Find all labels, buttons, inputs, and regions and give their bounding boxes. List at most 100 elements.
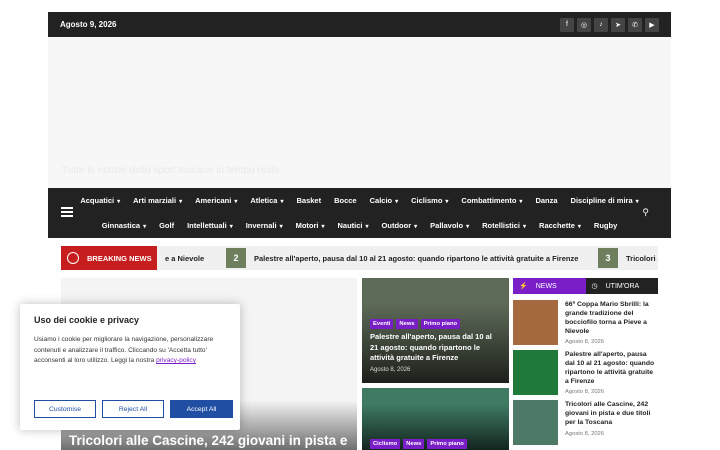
chevron-down-icon: ▾ bbox=[445, 199, 449, 205]
nav-item-rugby[interactable]: Rugby bbox=[594, 221, 617, 230]
nav-item-label: Nautici bbox=[337, 221, 363, 230]
cookie-buttons: Customise Reject All Accept All bbox=[34, 400, 233, 418]
nav-item-label: Invernali bbox=[245, 221, 277, 230]
bolt-icon: ⚡ bbox=[519, 283, 528, 290]
sidebar-item-title[interactable]: Tricolori alle Cascine, 242 giovani in p… bbox=[565, 400, 658, 427]
whatsapp-icon[interactable]: ✆ bbox=[628, 17, 642, 32]
nav-item-label: Danza bbox=[535, 196, 558, 205]
sidebar-item-title[interactable]: 66ª Coppa Mario Sbrilli: la grande tradi… bbox=[565, 300, 658, 336]
privacy-policy-link[interactable]: privacy-policy bbox=[156, 357, 196, 364]
breaking-news-text: BREAKING NEWS bbox=[87, 253, 152, 263]
site-wrapper: Agosto 9, 2026 f ◎ ♪ ➤ ✆ ▶ Tutte le noti… bbox=[48, 12, 671, 238]
clock-icon: ◷ bbox=[591, 283, 598, 290]
tag-news[interactable]: News bbox=[403, 439, 425, 449]
nav-item-invernali[interactable]: Invernali ▾ bbox=[246, 221, 283, 230]
nav-item-americani[interactable]: Americani ▾ bbox=[195, 196, 237, 205]
sidebar-widget: ⚡ NEWS ◷ UTIM'ORA 66ª Coppa Mario Sbrill… bbox=[513, 278, 658, 445]
sidebar-thumbnail[interactable] bbox=[513, 350, 558, 395]
sidebar-thumbnail[interactable] bbox=[513, 300, 558, 345]
nav-item-label: Racchette bbox=[539, 221, 575, 230]
card-tags: Ciclismo News Primo piano bbox=[370, 439, 467, 449]
tag-news[interactable]: News bbox=[396, 319, 418, 329]
cookie-consent-dialog: Uso dei cookie e privacy Usiamo i cookie… bbox=[20, 304, 240, 430]
nav-item-basket[interactable]: Basket bbox=[296, 196, 321, 205]
search-icon[interactable]: ⚲ bbox=[642, 207, 649, 218]
customise-button[interactable]: Customise bbox=[34, 400, 96, 418]
tab-ultimora[interactable]: ◷ UTIM'ORA bbox=[585, 278, 658, 294]
nav-item-label: Calcio bbox=[369, 196, 393, 205]
tag-eventi[interactable]: Eventi bbox=[370, 319, 394, 329]
nav-item-label: Bocce bbox=[334, 196, 357, 205]
chevron-down-icon: ▾ bbox=[395, 199, 399, 205]
chevron-down-icon: ▾ bbox=[523, 224, 527, 230]
current-date: Agosto 9, 2026 bbox=[60, 20, 117, 29]
nav-item-ciclismo[interactable]: Ciclismo ▾ bbox=[411, 196, 448, 205]
ticker-fragment[interactable]: e a Nievole bbox=[165, 254, 204, 263]
nav-item-nautici[interactable]: Nautici ▾ bbox=[338, 221, 369, 230]
cookie-title: Uso dei cookie e privacy bbox=[34, 315, 140, 325]
social-links: f ◎ ♪ ➤ ✆ ▶ bbox=[560, 17, 659, 32]
nav-item-label: Intellettuali bbox=[187, 221, 227, 230]
telegram-icon[interactable]: ➤ bbox=[611, 17, 625, 32]
nav-item-discipline-di-mira[interactable]: Discipline di mira ▾ bbox=[571, 196, 639, 205]
sidebar-item-date: Agosto 8, 2026 bbox=[565, 339, 604, 345]
article-card[interactable]: Eventi News Primo piano Palestre all'ape… bbox=[362, 278, 509, 383]
nav-item-label: Americani bbox=[195, 196, 232, 205]
tag-primo-piano[interactable]: Primo piano bbox=[420, 319, 461, 329]
instagram-icon[interactable]: ◎ bbox=[577, 17, 591, 32]
tiktok-icon[interactable]: ♪ bbox=[594, 17, 608, 32]
nav-item-label: Outdoor bbox=[381, 221, 412, 230]
chevron-down-icon: ▾ bbox=[577, 224, 581, 230]
hamburger-menu-icon[interactable] bbox=[61, 207, 73, 219]
nav-row-2: Ginnastica ▾ Golf Intellettuali ▾ Invernali ▾ M… bbox=[48, 221, 671, 230]
nav-item-acquatici[interactable]: Acquatici ▾ bbox=[80, 196, 120, 205]
nav-item-pallavolo[interactable]: Pallavolo ▾ bbox=[430, 221, 469, 230]
nav-item-combattimento[interactable]: Combattimento ▾ bbox=[461, 196, 522, 205]
tag-primo-piano[interactable]: Primo piano bbox=[427, 439, 467, 449]
sidebar-item-title[interactable]: Palestre all'aperto, pausa dal 10 al 21 … bbox=[565, 350, 658, 386]
breaking-news-label: BREAKING NEWS bbox=[61, 246, 157, 270]
accept-all-button[interactable]: Accept All bbox=[170, 400, 233, 418]
chevron-down-icon: ▾ bbox=[117, 199, 121, 205]
nav-item-racchette[interactable]: Racchette ▾ bbox=[539, 221, 581, 230]
nav-item-danza[interactable]: Danza bbox=[535, 196, 557, 205]
ticker-item[interactable]: 3 Tricolori a bbox=[598, 248, 658, 268]
tab-ultimora-label: UTIM'ORA bbox=[605, 282, 640, 290]
ticker-item[interactable]: 2 Palestre all'aperto, pausa dal 10 al 2… bbox=[226, 248, 578, 268]
site-header: Tutte le notizie dello sport toscano in … bbox=[48, 37, 671, 188]
nav-item-label: Rugby bbox=[593, 221, 618, 230]
tab-news-label: NEWS bbox=[535, 282, 557, 290]
article-card[interactable]: Ciclismo News Primo piano bbox=[362, 388, 509, 450]
nav-item-calcio[interactable]: Calcio ▾ bbox=[370, 196, 399, 205]
reject-all-button[interactable]: Reject All bbox=[102, 400, 164, 418]
chevron-down-icon: ▾ bbox=[365, 224, 369, 230]
nav-item-label: Combattimento bbox=[461, 196, 517, 205]
sidebar-item-date: Agosto 8, 2026 bbox=[565, 389, 604, 395]
nav-item-motori[interactable]: Motori ▾ bbox=[296, 221, 325, 230]
site-tagline: Tutte le notizie dello sport toscano in … bbox=[62, 165, 280, 176]
nav-item-golf[interactable]: Golf bbox=[159, 221, 174, 230]
nav-item-rotellistici[interactable]: Rotellistici ▾ bbox=[482, 221, 526, 230]
youtube-icon[interactable]: ▶ bbox=[645, 17, 659, 32]
nav-item-label: Atletica bbox=[250, 196, 278, 205]
ticker-text: Tricolori a bbox=[626, 253, 658, 263]
tab-news[interactable]: ⚡ NEWS bbox=[513, 278, 586, 294]
nav-row-1: Acquatici ▾ Arti marziali ▾ Americani ▾ Atleti… bbox=[48, 196, 671, 205]
nav-item-label: Ciclismo bbox=[411, 196, 443, 205]
nav-item-ginnastica[interactable]: Ginnastica ▾ bbox=[102, 221, 146, 230]
featured-title[interactable]: Tricolori alle Cascine, 242 giovani in p… bbox=[69, 433, 347, 448]
nav-item-atletica[interactable]: Atletica ▾ bbox=[250, 196, 283, 205]
nav-item-bocce[interactable]: Bocce bbox=[334, 196, 357, 205]
card-title[interactable]: Palestre all'aperto, pausa dal 10 al 21 … bbox=[370, 332, 501, 364]
nav-item-label: Golf bbox=[159, 221, 175, 230]
chevron-down-icon: ▾ bbox=[519, 199, 523, 205]
nav-item-label: Motori bbox=[295, 221, 319, 230]
nav-item-outdoor[interactable]: Outdoor ▾ bbox=[382, 221, 418, 230]
tag-ciclismo[interactable]: Ciclismo bbox=[370, 439, 401, 449]
facebook-icon[interactable]: f bbox=[560, 17, 574, 32]
sidebar-thumbnail[interactable] bbox=[513, 400, 558, 445]
nav-item-intellettuali[interactable]: Intellettuali ▾ bbox=[187, 221, 233, 230]
top-bar: Agosto 9, 2026 f ◎ ♪ ➤ ✆ ▶ bbox=[48, 12, 671, 37]
nav-item-arti-marziali[interactable]: Arti marziali ▾ bbox=[133, 196, 182, 205]
card-date: Agosto 8, 2026 bbox=[370, 367, 411, 373]
